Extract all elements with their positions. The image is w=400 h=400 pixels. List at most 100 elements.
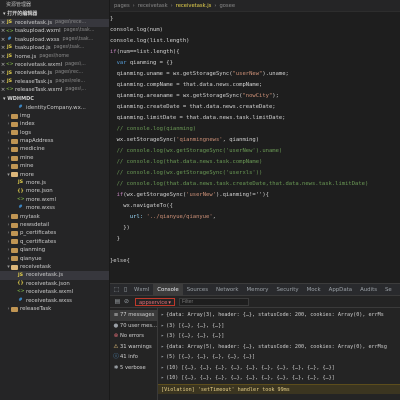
tree-folder[interactable]: › index (0, 120, 109, 128)
console-level-filter[interactable]: ⚠ 31 warnings (110, 342, 157, 353)
tab-sources[interactable]: Sources (183, 284, 212, 296)
tree-file[interactable]: <> more.wxml (0, 196, 109, 204)
open-editor-item[interactable]: × JS receivetask.js pages\rec... (0, 69, 109, 77)
open-editor-item[interactable]: × <> releaseTask.wxml pages\... (0, 86, 109, 94)
open-editor-item[interactable]: × JS receivetask.js pages\rece... (0, 19, 109, 28)
tree-folder[interactable]: › mine (0, 162, 109, 170)
code-token: wx.navigateTo({ (110, 203, 173, 209)
tab-memory[interactable]: Memory (243, 284, 273, 296)
tree-item-label: img (20, 112, 31, 119)
open-editor-name: releaseTask.wxml (15, 87, 63, 94)
console-message[interactable]: ▸ {data: Array(3), header: {…}, statusCod… (158, 310, 400, 321)
console-message[interactable]: ▸ {data: Array(5), header: {…}, statusCod… (158, 342, 400, 353)
tree-folder[interactable]: › q_certificates (0, 238, 109, 246)
tree-file[interactable]: # identityCompany.wx... (0, 104, 109, 112)
wxss-file-icon: # (18, 104, 23, 110)
console-message-text: {data: Array(5), header: {…}, statusCode… (166, 343, 387, 350)
tree-folder[interactable]: › medicine (0, 145, 109, 153)
open-editor-item[interactable]: × <> tsakupload.wxml pages\tsak... (0, 27, 109, 35)
breadcrumb-item[interactable]: gosee (219, 3, 235, 9)
tree-item-label: logs (20, 129, 32, 136)
breadcrumb-item[interactable]: pages (114, 3, 130, 9)
tree-file[interactable]: JS more.js (0, 179, 109, 187)
open-editor-name: tsakupload.wxml (15, 28, 61, 35)
code-token: console.log(num) (110, 27, 163, 33)
tree-folder[interactable]: › releaseTask (0, 305, 109, 313)
tab-network[interactable]: Network (212, 284, 243, 296)
tab-appdata[interactable]: AppData (325, 284, 356, 296)
tree-file[interactable]: # more.wxss (0, 204, 109, 212)
expand-triangle-icon[interactable]: ▸ (161, 312, 164, 318)
tree-folder[interactable]: ▾ more (0, 171, 109, 179)
tab-wxml[interactable]: Wxml (130, 284, 153, 296)
expand-triangle-icon[interactable]: ▸ (161, 375, 164, 381)
tree-file[interactable]: JS receivetask.js (0, 271, 109, 280)
js-file-icon: JS (7, 20, 12, 26)
console-filter-input[interactable] (179, 297, 249, 306)
open-editor-item[interactable]: × JS tsakupload.js pages\tsak... (0, 44, 109, 52)
open-editor-name: receivetask.js (15, 70, 53, 77)
open-editor-item[interactable]: × JS releaseTask.js pages\rele... (0, 78, 109, 86)
open-editor-item[interactable]: × <> receivetask.wxml pages\... (0, 61, 109, 69)
tab-mock[interactable]: Mock (303, 284, 325, 296)
console-level-filter[interactable]: ≡ 77 messages (110, 310, 157, 321)
open-editor-item[interactable]: × JS home.js pages\home (0, 53, 109, 61)
tree-file[interactable]: {} receivetask.json (0, 280, 109, 288)
console-message[interactable]: ▸ (10) [{…}, {…}, {…}, {…}, {…}, {…}, {…}… (158, 363, 400, 374)
tree-folder[interactable]: › newsdetail (0, 221, 109, 229)
folder-icon (11, 147, 18, 153)
tab-security[interactable]: Security (272, 284, 302, 296)
tree-folder[interactable]: › mytask (0, 213, 109, 221)
open-editor-path: pages\... (65, 87, 87, 93)
tab-se[interactable]: Se (381, 284, 396, 296)
tree-folder[interactable]: › mine (0, 154, 109, 162)
console-message[interactable]: ▸ (3) [{…}, {…}, {…}] (158, 321, 400, 332)
tab-console[interactable]: Console (153, 284, 183, 296)
inspect-icon[interactable]: ⬚ (112, 286, 121, 293)
tree-folder[interactable]: › logs (0, 129, 109, 137)
tree-file[interactable]: # receivetask.wxss (0, 297, 109, 305)
breadcrumb-item[interactable]: receivetask (138, 3, 168, 9)
code-line: // console.log(wx.getStorageSync('userNe… (110, 146, 400, 157)
breadcrumb-item[interactable]: receivetask.js (176, 3, 212, 9)
tree-folder[interactable]: ▾ receivetask (0, 263, 109, 271)
code-line: url: '../qianyue/qianyue', (110, 212, 400, 223)
clear-console-icon[interactable]: ⊘ (122, 298, 131, 305)
tree-folder[interactable]: › qianyue (0, 255, 109, 263)
console-message[interactable]: ▸ (5) [{…}, {…}, {…}, {…}, {…}] (158, 352, 400, 363)
expand-triangle-icon[interactable]: ▸ (161, 323, 164, 329)
expand-triangle-icon[interactable]: ▸ (161, 354, 164, 360)
console-level-filter[interactable]: ● 70 user mes... (110, 321, 157, 332)
console-level-filter[interactable]: ⓘ 41 info (110, 352, 157, 363)
tree-file[interactable]: {} more.json (0, 187, 109, 195)
tree-folder[interactable]: › img (0, 112, 109, 120)
code-area[interactable]: } console.log(num) console.log(list.length… (110, 12, 400, 267)
code-editor[interactable]: pages › receivetask › receivetask.js › gosee }… (110, 0, 400, 283)
sidebar-toggle-icon[interactable]: ▤ (113, 298, 122, 305)
expand-triangle-icon[interactable]: ▸ (161, 365, 164, 371)
tree-item-label: index (20, 121, 35, 128)
open-editors-header[interactable]: ▾ 打开的编辑器 (0, 10, 109, 19)
level-label: 70 user mes... (119, 322, 157, 329)
open-editor-item[interactable]: × # tsakupload.wxss pages\tsak... (0, 36, 109, 44)
context-select[interactable]: appservice ▾ (135, 297, 175, 306)
project-header[interactable]: ▾ WDHMDC (0, 95, 109, 104)
folder-icon (11, 222, 18, 228)
tree-file[interactable]: <> receivetask.wxml (0, 288, 109, 296)
tree-folder[interactable]: › p_certificates (0, 229, 109, 237)
tab-audits[interactable]: Audits (356, 284, 381, 296)
console-message[interactable]: ▸ (3) [{…}, {…}, {…}] (158, 331, 400, 342)
tree-item-label: medicine (20, 146, 45, 153)
folder-icon (11, 121, 18, 127)
open-editor-path: pages\rec... (55, 70, 84, 76)
console-level-filter[interactable]: ✱ 5 verbose (110, 363, 157, 374)
tree-folder[interactable]: › qianming (0, 246, 109, 254)
console-message[interactable]: ▸ (10) [{…}, {…}, {…}, {…}, {…}, {…}, {…}… (158, 373, 400, 384)
expand-triangle-icon[interactable]: ▸ (161, 344, 164, 350)
device-icon[interactable]: ▯ (121, 286, 130, 293)
console-level-filter[interactable]: ⊗ No errors (110, 331, 157, 342)
tree-item-label: qianyue (20, 255, 42, 262)
tree-folder[interactable]: › mapAddress (0, 137, 109, 145)
expand-triangle-icon[interactable]: ▸ (161, 333, 164, 339)
code-token: if (110, 49, 117, 55)
